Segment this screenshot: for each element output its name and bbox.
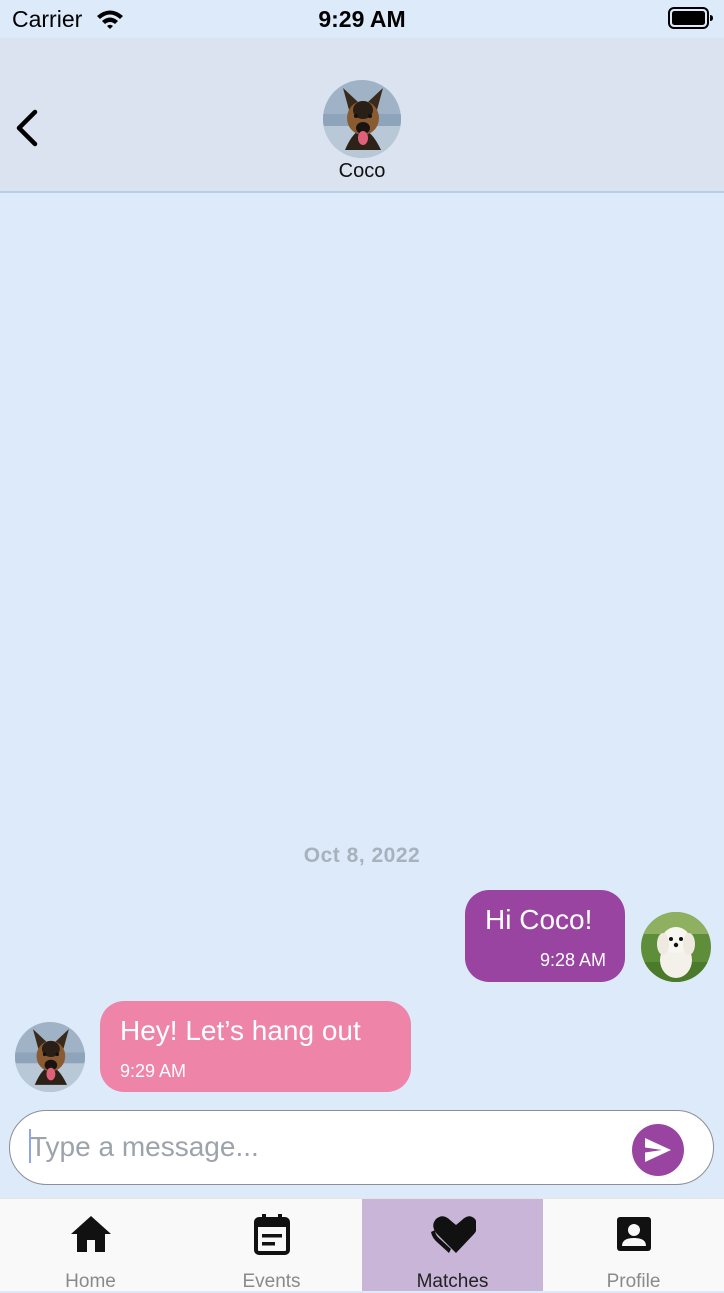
incoming-message-bubble[interactable]: Hey! Let’s hang out 9:29 AM bbox=[100, 1001, 411, 1092]
german-shepherd-avatar-image bbox=[15, 1022, 85, 1092]
nav-item-events[interactable]: Events bbox=[181, 1199, 362, 1292]
message-text: Hi Coco! bbox=[485, 904, 593, 935]
account-box-icon bbox=[617, 1217, 651, 1251]
chevron-left-icon bbox=[16, 109, 38, 147]
nav-item-matches[interactable]: Matches bbox=[362, 1199, 543, 1292]
outgoing-message-bubble[interactable]: Hi Coco! 9:28 AM bbox=[465, 890, 625, 982]
send-icon bbox=[645, 1138, 671, 1162]
heart-icon bbox=[431, 1216, 476, 1253]
bottom-navigation: Home Events Matches Profile bbox=[0, 1198, 724, 1292]
message-composer bbox=[9, 1110, 714, 1185]
contact-name: Coco bbox=[338, 160, 386, 182]
battery-full-icon bbox=[668, 7, 714, 29]
date-separator: Oct 8, 2022 bbox=[303, 844, 421, 867]
message-time: 9:28 AM bbox=[539, 950, 606, 970]
message-time: 9:29 AM bbox=[120, 1061, 187, 1081]
contact-avatar[interactable] bbox=[323, 80, 401, 158]
user-avatar bbox=[641, 912, 711, 982]
status-time: 9:29 AM bbox=[318, 6, 406, 32]
message-input[interactable] bbox=[30, 1125, 620, 1169]
chat-header: Coco bbox=[0, 38, 724, 193]
nav-item-home[interactable]: Home bbox=[0, 1199, 181, 1292]
back-button[interactable] bbox=[10, 106, 46, 150]
status-bar: Carrier 9:29 AM bbox=[0, 0, 724, 38]
white-maltese-avatar-image bbox=[641, 912, 711, 982]
german-shepherd-avatar-image bbox=[323, 80, 401, 158]
nav-item-profile[interactable]: Profile bbox=[543, 1199, 724, 1292]
home-icon bbox=[71, 1216, 111, 1252]
message-text: Hey! Let’s hang out bbox=[120, 1015, 361, 1046]
event-note-icon bbox=[254, 1214, 290, 1255]
contact-message-avatar bbox=[15, 1022, 85, 1092]
send-button[interactable] bbox=[632, 1124, 684, 1176]
